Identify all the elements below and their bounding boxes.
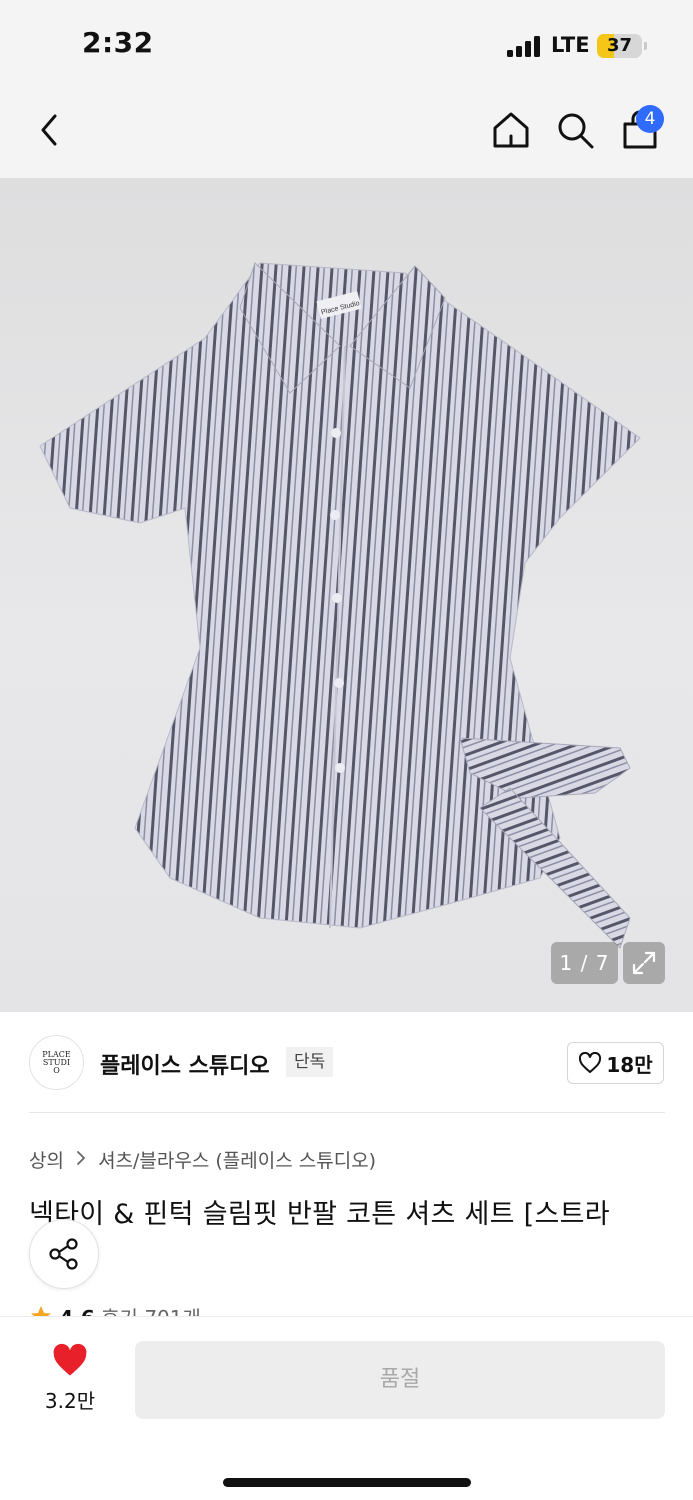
chevron-left-icon [41, 114, 57, 146]
home-button[interactable] [487, 106, 535, 154]
bottom-action-bar: 3.2만 품절 [0, 1316, 693, 1500]
image-counter: 1 / 7 [551, 942, 618, 984]
search-button[interactable] [551, 106, 599, 154]
heart-filled-icon [53, 1343, 87, 1376]
breadcrumb-subcategory[interactable]: 셔츠/블라우스 (플레이스 스튜디오) [98, 1150, 376, 1172]
battery-level: 37 [606, 35, 633, 56]
back-button[interactable] [26, 106, 74, 154]
status-time: 2:32 [82, 26, 154, 59]
wishlist-count: 3.2만 [44, 1389, 96, 1413]
home-indicator [223, 1478, 471, 1487]
breadcrumb: 상의 셔츠/블라우스 (플레이스 스튜디오) [29, 1146, 376, 1173]
share-icon [49, 1238, 78, 1270]
expand-button[interactable] [623, 942, 665, 984]
brand-row: PLACE STUDIO 플레이스 스튜디오 단독 18만 [0, 1012, 693, 1112]
signal-icon [507, 35, 541, 57]
divider [29, 1112, 665, 1113]
network-label: LTE [551, 33, 590, 57]
striped-shirt-illustration: Place Studio [39, 262, 641, 949]
status-bar: 2:32 LTE 37 [0, 0, 693, 92]
brand-logo[interactable]: PLACE STUDIO [29, 1035, 84, 1090]
sold-out-button[interactable]: 품절 [135, 1341, 665, 1419]
brand-like-button[interactable]: 18만 [567, 1042, 664, 1084]
top-nav [0, 92, 693, 178]
brand-like-count: 18만 [606, 1052, 653, 1077]
chevron-right-icon [76, 1149, 86, 1171]
expand-icon [632, 951, 656, 975]
product-image[interactable]: Place Studio [0, 178, 693, 1012]
home-icon [493, 112, 529, 148]
brand-name[interactable]: 플레이스 스튜디오 [100, 1048, 270, 1080]
heart-outline-icon [579, 1052, 602, 1073]
cart-count-badge: 4 [636, 105, 664, 133]
product-title: 넥타이 & 핀턱 슬림핏 반팔 코튼 셔츠 세트 [스트라 [29, 1199, 610, 1230]
wishlist-button[interactable]: 3.2만 [30, 1343, 110, 1414]
brand-logo-text: PLACE STUDIO [42, 1049, 71, 1075]
share-button[interactable] [29, 1219, 99, 1289]
exclusive-tag: 단독 [286, 1047, 334, 1077]
breadcrumb-category[interactable]: 상의 [29, 1150, 64, 1172]
search-icon [558, 113, 594, 149]
battery-icon: 37 [597, 34, 642, 58]
battery-cap [644, 42, 647, 50]
